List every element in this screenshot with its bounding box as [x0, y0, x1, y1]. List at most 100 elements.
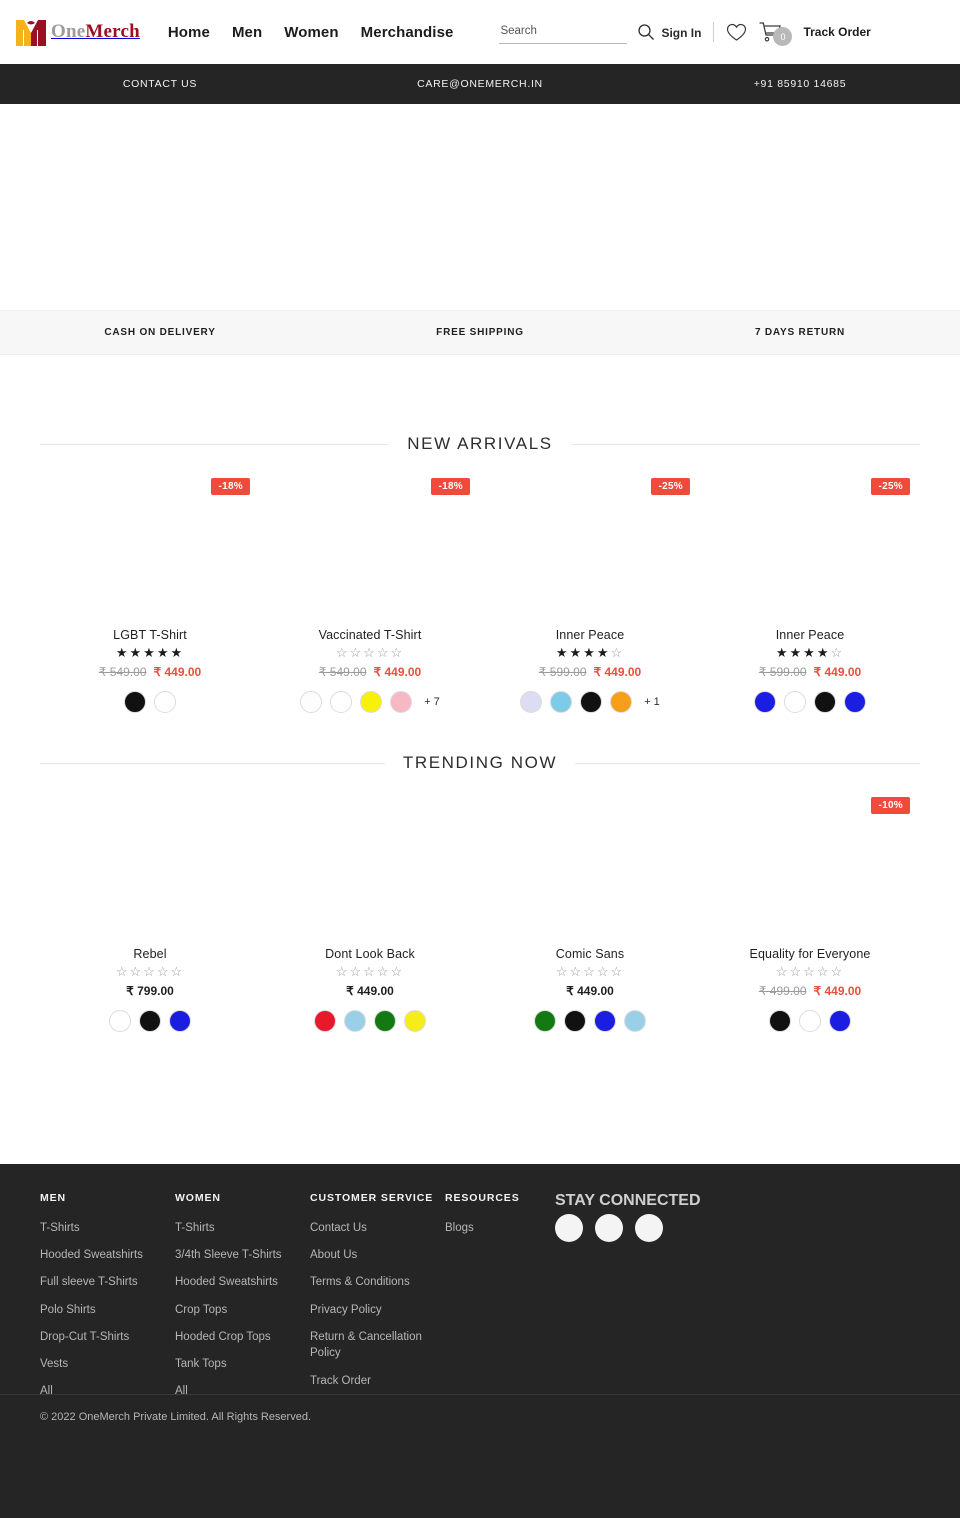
product-image[interactable] — [40, 797, 260, 945]
footer-link[interactable]: Hooded Sweatshirts — [40, 1247, 175, 1264]
color-swatch[interactable] — [344, 1010, 366, 1032]
color-swatch[interactable] — [404, 1010, 426, 1032]
color-swatch[interactable] — [844, 691, 866, 713]
color-swatch[interactable] — [139, 1010, 161, 1032]
color-swatch[interactable] — [374, 1010, 396, 1032]
color-swatch[interactable] — [330, 691, 353, 713]
product-price-sale: ₹ 449.00 — [813, 984, 862, 998]
color-swatch[interactable] — [534, 1010, 556, 1032]
footer-link[interactable]: Return & Cancellation Policy — [310, 1329, 445, 1362]
product-image[interactable] — [40, 478, 260, 626]
section-title: NEW ARRIVALS — [407, 434, 553, 453]
nav-item-women[interactable]: Women — [284, 24, 338, 41]
product-image[interactable] — [260, 478, 480, 626]
heading-rule-right — [575, 762, 920, 764]
search-input[interactable] — [499, 24, 628, 44]
footer-link[interactable]: Contact Us — [310, 1220, 445, 1237]
footer-link[interactable]: Hooded Crop Tops — [175, 1329, 310, 1346]
product-card[interactable]: Rebel ☆☆☆☆☆ ₹ 799.00 — [40, 773, 260, 1032]
social-icon-2[interactable] — [595, 1214, 623, 1242]
product-image[interactable] — [480, 478, 700, 626]
heading-rule-left — [40, 762, 385, 764]
footer-link[interactable]: Privacy Policy — [310, 1302, 445, 1319]
footer-column-heading: MEN — [40, 1192, 67, 1204]
product-rating-stars: ☆☆☆☆☆ — [555, 964, 625, 979]
color-swatch[interactable] — [829, 1010, 851, 1032]
footer-link[interactable]: Terms & Conditions — [310, 1274, 445, 1291]
footer-link[interactable]: Tank Tops — [175, 1356, 310, 1373]
product-card[interactable]: -18% Vaccinated T-Shirt ☆☆☆☆☆ ₹ 549.00 ₹ 449… — [260, 454, 480, 713]
footer-link[interactable]: Drop-Cut T-Shirts — [40, 1329, 175, 1346]
product-price-original: ₹ 549.00 — [318, 665, 367, 679]
color-swatch[interactable] — [314, 1010, 336, 1032]
product-card[interactable]: -25% Inner Peace ★★★★☆ ₹ 599.00 ₹ 449.00 + 1 — [480, 454, 700, 713]
footer-link[interactable]: Blogs — [445, 1220, 555, 1237]
contact-bar-item-contact-us[interactable]: CONTACT US — [0, 78, 320, 90]
product-price-sale: ₹ 449.00 — [373, 665, 422, 679]
product-card[interactable]: Dont Look Back ☆☆☆☆☆ ₹ 449.00 — [260, 773, 480, 1032]
nav-item-home[interactable]: Home — [168, 24, 210, 41]
product-price-sale: ₹ 449.00 — [153, 665, 202, 679]
footer-link[interactable]: T-Shirts — [40, 1220, 175, 1237]
color-swatch[interactable] — [390, 691, 413, 713]
color-swatch[interactable] — [300, 691, 323, 713]
color-swatch[interactable] — [814, 691, 836, 713]
product-image[interactable] — [700, 797, 920, 945]
color-swatch[interactable] — [769, 1010, 791, 1032]
product-price-row: ₹ 449.00 — [480, 984, 700, 998]
more-colors-label[interactable]: + 7 — [424, 696, 440, 708]
product-card[interactable]: Comic Sans ☆☆☆☆☆ ₹ 449.00 — [480, 773, 700, 1032]
footer-link[interactable]: Track Order — [310, 1373, 445, 1390]
more-colors-label[interactable]: + 1 — [644, 696, 660, 708]
color-swatch[interactable] — [564, 1010, 586, 1032]
contact-bar-item-phone[interactable]: +91 85910 14685 — [640, 78, 960, 90]
product-image[interactable] — [260, 797, 480, 945]
hero-banner[interactable] — [0, 104, 960, 310]
footer-column-resources: RESOURCES Blogs — [445, 1192, 555, 1410]
color-swatch[interactable] — [520, 691, 543, 713]
color-swatch[interactable] — [154, 691, 176, 713]
product-image[interactable] — [700, 478, 920, 626]
footer-link[interactable]: T-Shirts — [175, 1220, 310, 1237]
discount-badge: -18% — [211, 478, 250, 495]
product-card[interactable]: -10% Equality for Everyone ☆☆☆☆☆ ₹ 499.00 ₹ … — [700, 773, 920, 1032]
color-swatch[interactable] — [580, 691, 603, 713]
copyright-text: © 2022 OneMerch Private Limited. All Rig… — [40, 1411, 312, 1423]
color-swatch[interactable] — [624, 1010, 646, 1032]
color-swatch[interactable] — [550, 691, 573, 713]
sign-in-link[interactable]: Sign In — [661, 26, 701, 40]
nav-item-men[interactable]: Men — [232, 24, 262, 41]
footer-link[interactable]: Vests — [40, 1356, 175, 1373]
social-icon-3[interactable] — [635, 1214, 663, 1242]
social-icon-1[interactable] — [555, 1214, 583, 1242]
benefit-cash-on-delivery: CASH ON DELIVERY — [104, 327, 216, 338]
footer-link[interactable]: Polo Shirts — [40, 1302, 175, 1319]
footer-link[interactable]: Crop Tops — [175, 1302, 310, 1319]
color-swatch[interactable] — [799, 1010, 821, 1032]
track-order-link[interactable]: Track Order — [803, 25, 870, 39]
cart-button[interactable]: 0 — [759, 21, 793, 46]
color-swatch[interactable] — [360, 691, 383, 713]
search-icon[interactable] — [637, 23, 655, 41]
contact-bar-item-email[interactable]: CARE@ONEMERCH.IN — [320, 78, 640, 90]
nav-item-merchandise[interactable]: Merchandise — [361, 24, 454, 41]
product-image[interactable] — [480, 797, 700, 945]
color-swatch[interactable] — [784, 691, 806, 713]
footer-link[interactable]: Hooded Sweatshirts — [175, 1274, 310, 1291]
product-card[interactable]: -18% LGBT T-Shirt ★★★★★ ₹ 549.00 ₹ 449.00 — [40, 454, 260, 713]
heart-icon[interactable] — [726, 23, 747, 42]
brand-logo[interactable]: OneMerch — [14, 16, 140, 48]
footer-link[interactable]: About Us — [310, 1247, 445, 1264]
color-swatch[interactable] — [594, 1010, 616, 1032]
footer-link[interactable]: 3/4th Sleeve T-Shirts — [175, 1247, 310, 1264]
m-monogram-logo-icon — [14, 16, 48, 48]
color-swatch[interactable] — [124, 691, 146, 713]
color-swatch[interactable] — [109, 1010, 131, 1032]
footer-column-women: WOMEN T-Shirts 3/4th Sleeve T-Shirts Hooded… — [175, 1192, 310, 1410]
discount-badge: -18% — [431, 478, 470, 495]
color-swatch[interactable] — [169, 1010, 191, 1032]
color-swatch[interactable] — [754, 691, 776, 713]
color-swatch[interactable] — [610, 691, 633, 713]
footer-link[interactable]: Full sleeve T-Shirts — [40, 1274, 175, 1291]
product-card[interactable]: -25% Inner Peace ★★★★☆ ₹ 599.00 ₹ 449.00 — [700, 454, 920, 713]
